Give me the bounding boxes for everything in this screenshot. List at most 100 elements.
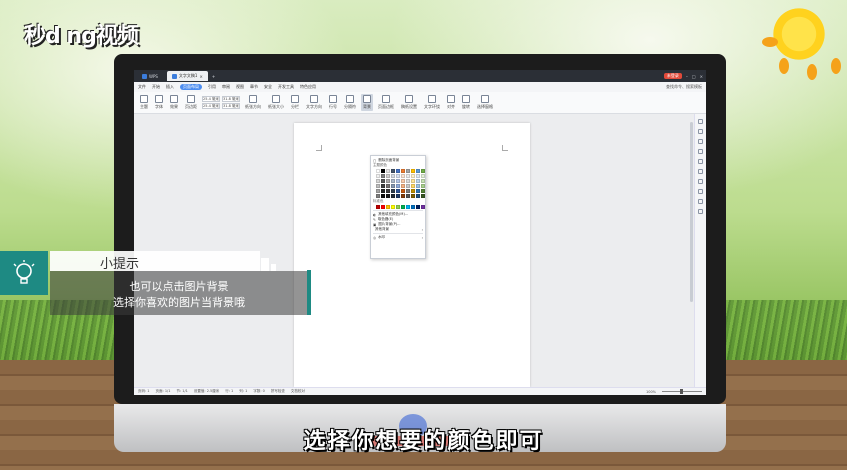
- margin-bottom-field[interactable]: 25.4 毫米: [202, 103, 220, 109]
- theme-color-swatch[interactable]: [411, 184, 415, 188]
- menu-view[interactable]: 视图: [236, 84, 244, 90]
- theme-color-swatch[interactable]: [411, 174, 415, 178]
- theme-color-swatch[interactable]: [386, 174, 390, 178]
- theme-color-swatch[interactable]: [391, 174, 395, 178]
- standard-color-swatch[interactable]: [401, 205, 405, 209]
- manuscript-button[interactable]: 稿纸设置: [399, 94, 419, 111]
- orientation-button[interactable]: 纸张方向: [243, 94, 263, 111]
- theme-color-swatch[interactable]: [416, 179, 420, 183]
- theme-color-swatch[interactable]: [396, 189, 400, 193]
- standard-color-swatch[interactable]: [376, 205, 380, 209]
- user-badge[interactable]: 未登录: [663, 73, 682, 79]
- other-background-item[interactable]: 其他背景 ›: [373, 227, 423, 232]
- watermark-item[interactable]: ◎ 水印 ›: [373, 235, 423, 240]
- theme-color-swatch[interactable]: [401, 194, 405, 198]
- text-wrap-button[interactable]: 文字环绕: [422, 94, 442, 111]
- theme-color-swatch[interactable]: [396, 194, 400, 198]
- maximize-icon[interactable]: □: [692, 74, 696, 79]
- theme-color-swatch[interactable]: [406, 174, 410, 178]
- minimize-icon[interactable]: –: [686, 74, 688, 79]
- new-tab-icon[interactable]: +: [212, 74, 215, 79]
- theme-color-swatch[interactable]: [421, 169, 425, 173]
- standard-color-swatch[interactable]: [406, 205, 410, 209]
- menu-references[interactable]: 引用: [208, 84, 216, 90]
- theme-color-swatch[interactable]: [401, 184, 405, 188]
- sidebar-select-icon[interactable]: [698, 129, 703, 134]
- theme-color-swatch[interactable]: [386, 189, 390, 193]
- theme-color-swatch[interactable]: [406, 189, 410, 193]
- font-button[interactable]: 字体: [153, 94, 165, 111]
- menu-review[interactable]: 审阅: [222, 84, 230, 90]
- theme-color-swatch[interactable]: [416, 189, 420, 193]
- background-button[interactable]: 背景: [361, 94, 373, 111]
- menu-page-layout[interactable]: 页面布局: [180, 84, 202, 90]
- theme-color-swatch[interactable]: [391, 184, 395, 188]
- menu-features[interactable]: 特色应用: [300, 84, 316, 90]
- theme-color-swatch[interactable]: [381, 189, 385, 193]
- theme-color-swatch[interactable]: [406, 184, 410, 188]
- theme-color-swatch[interactable]: [391, 179, 395, 183]
- sidebar-link-icon[interactable]: [698, 189, 703, 194]
- status-word-count[interactable]: 字数: 0: [253, 389, 265, 394]
- breaks-button[interactable]: 分隔符: [342, 94, 358, 111]
- sidebar-shape-icon[interactable]: [698, 139, 703, 144]
- spell-check-toggle[interactable]: 拼写检查: [271, 389, 285, 394]
- standard-color-swatch[interactable]: [411, 205, 415, 209]
- theme-color-swatch[interactable]: [386, 194, 390, 198]
- theme-color-swatch[interactable]: [406, 194, 410, 198]
- theme-color-swatch[interactable]: [391, 189, 395, 193]
- theme-color-swatch[interactable]: [416, 194, 420, 198]
- theme-color-swatch[interactable]: [401, 179, 405, 183]
- standard-color-swatch[interactable]: [396, 205, 400, 209]
- standard-color-swatch[interactable]: [416, 205, 420, 209]
- theme-color-swatch[interactable]: [421, 194, 425, 198]
- tab-document[interactable]: 文字文稿1 ×: [166, 71, 208, 81]
- effects-button[interactable]: 效果: [168, 94, 180, 111]
- sidebar-image-icon[interactable]: [698, 179, 703, 184]
- theme-color-swatch[interactable]: [381, 174, 385, 178]
- standard-color-swatch[interactable]: [381, 205, 385, 209]
- zoom-slider[interactable]: [662, 389, 702, 394]
- menu-file[interactable]: 文件: [138, 84, 146, 90]
- theme-color-swatch[interactable]: [396, 174, 400, 178]
- menu-section[interactable]: 章节: [250, 84, 258, 90]
- search-command[interactable]: 查找命令、搜索模板: [666, 84, 702, 90]
- sidebar-layers-icon[interactable]: [698, 159, 703, 164]
- theme-color-swatch[interactable]: [411, 194, 415, 198]
- margins-button[interactable]: 页边距: [183, 94, 199, 111]
- vertical-scrollbar[interactable]: [690, 122, 693, 302]
- sidebar-help-icon[interactable]: [698, 209, 703, 214]
- sidebar-share-icon[interactable]: [698, 199, 703, 204]
- theme-color-swatch[interactable]: [416, 174, 420, 178]
- proofread-button[interactable]: 文档校对: [291, 389, 305, 394]
- line-numbers-button[interactable]: 行号: [327, 94, 339, 111]
- theme-color-swatch[interactable]: [406, 179, 410, 183]
- theme-color-swatch[interactable]: [381, 179, 385, 183]
- theme-button[interactable]: 主题: [138, 94, 150, 111]
- theme-color-swatch[interactable]: [376, 179, 380, 183]
- sidebar-table-icon[interactable]: [698, 169, 703, 174]
- sidebar-format-icon[interactable]: [698, 149, 703, 154]
- sidebar-style-icon[interactable]: [698, 119, 703, 124]
- margin-left-field[interactable]: 31.8 毫米: [222, 96, 240, 102]
- align-button[interactable]: 对齐: [445, 94, 457, 111]
- theme-color-swatch[interactable]: [401, 169, 405, 173]
- zoom-handle[interactable]: [680, 389, 683, 394]
- page-border-button[interactable]: 页面边框: [376, 94, 396, 111]
- close-icon[interactable]: ×: [199, 74, 202, 79]
- theme-color-swatch[interactable]: [391, 194, 395, 198]
- theme-color-swatch[interactable]: [376, 184, 380, 188]
- theme-color-swatch[interactable]: [376, 189, 380, 193]
- selection-pane-button[interactable]: 选择窗格: [475, 94, 495, 111]
- theme-color-swatch[interactable]: [396, 184, 400, 188]
- menu-home[interactable]: 开始: [152, 84, 160, 90]
- menu-security[interactable]: 安全: [264, 84, 272, 90]
- size-button[interactable]: 纸张大小: [266, 94, 286, 111]
- columns-button[interactable]: 分栏: [289, 94, 301, 111]
- theme-color-swatch[interactable]: [376, 174, 380, 178]
- theme-color-swatch[interactable]: [411, 179, 415, 183]
- menu-insert[interactable]: 插入: [166, 84, 174, 90]
- zoom-level[interactable]: 100%: [646, 390, 656, 394]
- theme-color-swatch[interactable]: [406, 169, 410, 173]
- window-close-icon[interactable]: ×: [700, 74, 703, 79]
